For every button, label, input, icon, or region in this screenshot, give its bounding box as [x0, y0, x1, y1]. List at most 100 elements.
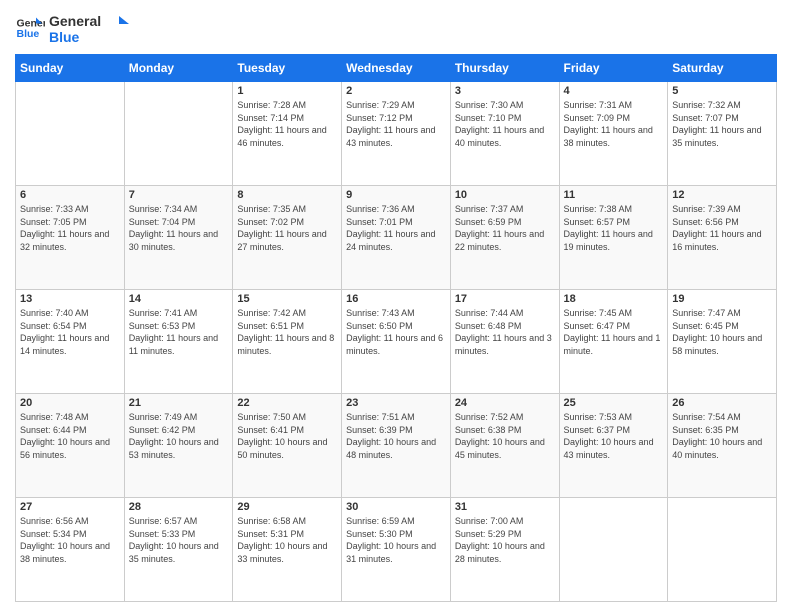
calendar-cell: 24 Sunrise: 7:52 AMSunset: 6:38 PMDayligh…	[450, 394, 559, 498]
calendar-weekday: Sunday	[16, 55, 125, 82]
svg-text:Blue: Blue	[49, 29, 80, 45]
day-info: Sunrise: 7:32 AMSunset: 7:07 PMDaylight:…	[672, 99, 772, 149]
day-number: 17	[455, 293, 555, 305]
calendar-weekday: Wednesday	[342, 55, 451, 82]
calendar-cell	[559, 498, 668, 602]
day-info: Sunrise: 7:43 AMSunset: 6:50 PMDaylight:…	[346, 307, 446, 357]
calendar-cell: 25Sunrise: 7:53 AMSunset: 6:37 PMDayligh…	[559, 394, 668, 498]
svg-text:General: General	[49, 13, 101, 29]
day-info: Sunrise: 7:00 AMSunset: 5:29 PMDaylight:…	[455, 515, 555, 565]
calendar-cell: 17Sunrise: 7:44 AMSunset: 6:48 PMDayligh…	[450, 290, 559, 394]
calendar-cell: 4 Sunrise: 7:31 AMSunset: 7:09 PMDaylight…	[559, 82, 668, 186]
day-info: Sunrise: 7:39 AMSunset: 6:56 PMDaylight:…	[672, 203, 772, 253]
day-info: Sunrise: 7:45 AMSunset: 6:47 PMDaylight:…	[564, 307, 664, 357]
calendar-cell	[124, 82, 233, 186]
day-number: 23	[346, 397, 446, 409]
day-number: 21	[129, 397, 229, 409]
day-info: Sunrise: 6:57 AMSunset: 5:33 PMDaylight:…	[129, 515, 229, 565]
header: General Blue General Blue	[15, 10, 777, 46]
day-number: 1	[237, 85, 337, 97]
calendar-cell: 26Sunrise: 7:54 AMSunset: 6:35 PMDayligh…	[668, 394, 777, 498]
page: General Blue General Blue SundayMondayTu…	[0, 0, 792, 612]
day-number: 13	[20, 293, 120, 305]
day-info: Sunrise: 7:48 AMSunset: 6:44 PMDaylight:…	[20, 411, 120, 461]
calendar-cell: 10Sunrise: 7:37 AMSunset: 6:59 PMDayligh…	[450, 186, 559, 290]
day-info: Sunrise: 7:31 AMSunset: 7:09 PMDaylight:…	[564, 99, 664, 149]
calendar-cell: 28 Sunrise: 6:57 AMSunset: 5:33 PMDayligh…	[124, 498, 233, 602]
day-number: 10	[455, 189, 555, 201]
calendar-cell: 27 Sunrise: 6:56 AMSunset: 5:34 PMDayligh…	[16, 498, 125, 602]
day-number: 16	[346, 293, 446, 305]
day-info: Sunrise: 7:34 AMSunset: 7:04 PMDaylight:…	[129, 203, 229, 253]
day-info: Sunrise: 7:28 AMSunset: 7:14 PMDaylight:…	[237, 99, 337, 149]
calendar-cell: 23Sunrise: 7:51 AMSunset: 6:39 PMDayligh…	[342, 394, 451, 498]
calendar-cell: 13Sunrise: 7:40 AMSunset: 6:54 PMDayligh…	[16, 290, 125, 394]
day-number: 5	[672, 85, 772, 97]
day-info: Sunrise: 7:54 AMSunset: 6:35 PMDaylight:…	[672, 411, 772, 461]
day-number: 4	[564, 85, 664, 97]
day-number: 19	[672, 293, 772, 305]
day-number: 7	[129, 189, 229, 201]
day-info: Sunrise: 7:30 AMSunset: 7:10 PMDaylight:…	[455, 99, 555, 149]
logo-svg: General Blue	[49, 10, 129, 46]
calendar-cell: 16 Sunrise: 7:43 AMSunset: 6:50 PMDayligh…	[342, 290, 451, 394]
day-info: Sunrise: 7:53 AMSunset: 6:37 PMDaylight:…	[564, 411, 664, 461]
calendar-table: SundayMondayTuesdayWednesdayThursdayFrid…	[15, 54, 777, 602]
calendar-weekday: Thursday	[450, 55, 559, 82]
calendar-cell: 15 Sunrise: 7:42 AMSunset: 6:51 PMDayligh…	[233, 290, 342, 394]
svg-text:Blue: Blue	[17, 28, 40, 40]
calendar-cell: 20 Sunrise: 7:48 AMSunset: 6:44 PMDayligh…	[16, 394, 125, 498]
day-number: 11	[564, 189, 664, 201]
calendar-cell: 7 Sunrise: 7:34 AMSunset: 7:04 PMDaylight…	[124, 186, 233, 290]
day-number: 15	[237, 293, 337, 305]
day-number: 22	[237, 397, 337, 409]
day-info: Sunrise: 7:42 AMSunset: 6:51 PMDaylight:…	[237, 307, 337, 357]
day-number: 18	[564, 293, 664, 305]
day-info: Sunrise: 7:38 AMSunset: 6:57 PMDaylight:…	[564, 203, 664, 253]
day-info: Sunrise: 7:50 AMSunset: 6:41 PMDaylight:…	[237, 411, 337, 461]
calendar-cell: 29 Sunrise: 6:58 AMSunset: 5:31 PMDayligh…	[233, 498, 342, 602]
calendar-week-row: 27 Sunrise: 6:56 AMSunset: 5:34 PMDayligh…	[16, 498, 777, 602]
calendar-cell: 12 Sunrise: 7:39 AMSunset: 6:56 PMDayligh…	[668, 186, 777, 290]
calendar-cell: 9Sunrise: 7:36 AMSunset: 7:01 PMDaylight…	[342, 186, 451, 290]
day-number: 29	[237, 501, 337, 513]
day-number: 6	[20, 189, 120, 201]
day-info: Sunrise: 7:41 AMSunset: 6:53 PMDaylight:…	[129, 307, 229, 357]
calendar-cell: 14 Sunrise: 7:41 AMSunset: 6:53 PMDayligh…	[124, 290, 233, 394]
calendar-cell: 6 Sunrise: 7:33 AMSunset: 7:05 PMDaylight…	[16, 186, 125, 290]
calendar-cell: 31Sunrise: 7:00 AMSunset: 5:29 PMDayligh…	[450, 498, 559, 602]
calendar-cell: 30Sunrise: 6:59 AMSunset: 5:30 PMDayligh…	[342, 498, 451, 602]
day-info: Sunrise: 7:49 AMSunset: 6:42 PMDaylight:…	[129, 411, 229, 461]
day-info: Sunrise: 6:59 AMSunset: 5:30 PMDaylight:…	[346, 515, 446, 565]
day-number: 24	[455, 397, 555, 409]
calendar-week-row: 20 Sunrise: 7:48 AMSunset: 6:44 PMDayligh…	[16, 394, 777, 498]
calendar-cell	[668, 498, 777, 602]
calendar-cell	[16, 82, 125, 186]
day-number: 2	[346, 85, 446, 97]
calendar-cell: 8 Sunrise: 7:35 AMSunset: 7:02 PMDaylight…	[233, 186, 342, 290]
day-info: Sunrise: 6:56 AMSunset: 5:34 PMDaylight:…	[20, 515, 120, 565]
calendar-cell: 21 Sunrise: 7:49 AMSunset: 6:42 PMDayligh…	[124, 394, 233, 498]
day-info: Sunrise: 7:47 AMSunset: 6:45 PMDaylight:…	[672, 307, 772, 357]
day-info: Sunrise: 7:33 AMSunset: 7:05 PMDaylight:…	[20, 203, 120, 253]
calendar-body: 1 Sunrise: 7:28 AMSunset: 7:14 PMDaylight…	[16, 82, 777, 602]
day-number: 28	[129, 501, 229, 513]
day-info: Sunrise: 7:35 AMSunset: 7:02 PMDaylight:…	[237, 203, 337, 253]
day-number: 27	[20, 501, 120, 513]
day-number: 20	[20, 397, 120, 409]
day-number: 8	[237, 189, 337, 201]
calendar-cell: 2 Sunrise: 7:29 AMSunset: 7:12 PMDaylight…	[342, 82, 451, 186]
calendar-weekday: Monday	[124, 55, 233, 82]
calendar-header-row: SundayMondayTuesdayWednesdayThursdayFrid…	[16, 55, 777, 82]
day-info: Sunrise: 7:29 AMSunset: 7:12 PMDaylight:…	[346, 99, 446, 149]
calendar-weekday: Tuesday	[233, 55, 342, 82]
day-number: 3	[455, 85, 555, 97]
day-info: Sunrise: 7:52 AMSunset: 6:38 PMDaylight:…	[455, 411, 555, 461]
calendar-cell: 5 Sunrise: 7:32 AMSunset: 7:07 PMDaylight…	[668, 82, 777, 186]
day-number: 14	[129, 293, 229, 305]
calendar-week-row: 1 Sunrise: 7:28 AMSunset: 7:14 PMDaylight…	[16, 82, 777, 186]
calendar-cell: 18 Sunrise: 7:45 AMSunset: 6:47 PMDayligh…	[559, 290, 668, 394]
calendar-weekday: Friday	[559, 55, 668, 82]
day-number: 12	[672, 189, 772, 201]
day-info: Sunrise: 6:58 AMSunset: 5:31 PMDaylight:…	[237, 515, 337, 565]
